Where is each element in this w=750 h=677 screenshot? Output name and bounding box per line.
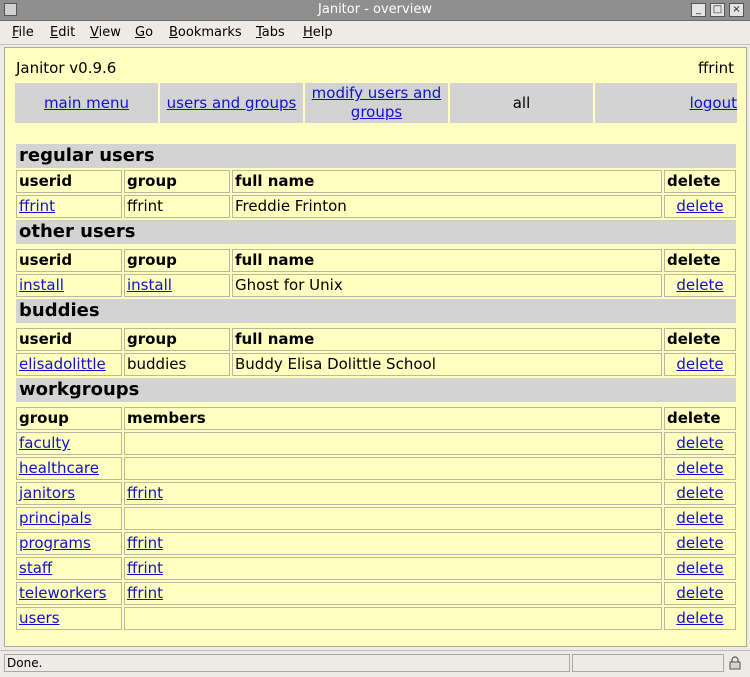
- section-buddies: buddies: [16, 299, 736, 323]
- table-header-row: userid group full name delete: [16, 328, 736, 351]
- col-full-name: full name: [232, 170, 662, 193]
- col-full-name: full name: [232, 328, 662, 351]
- delete-link[interactable]: delete: [676, 534, 723, 552]
- table-row: healthcare delete: [16, 457, 736, 480]
- table-row: teleworkers ffrint delete: [16, 582, 736, 605]
- nav-bar: main menu users and groups modify users …: [15, 83, 737, 123]
- delete-link[interactable]: delete: [676, 484, 723, 502]
- group-link[interactable]: healthcare: [19, 459, 99, 477]
- menu-bookmarks[interactable]: Bookmarks: [169, 25, 242, 40]
- modify-users-groups-link[interactable]: modify users and groups: [312, 84, 442, 122]
- section-other-users: other users: [16, 220, 736, 244]
- full-name-value: Ghost for Unix: [232, 274, 662, 297]
- menu-go[interactable]: Go: [135, 25, 153, 40]
- table-header-row: group members delete: [16, 407, 736, 430]
- table-header-row: userid group full name delete: [16, 170, 736, 193]
- col-userid: userid: [16, 249, 122, 272]
- group-link[interactable]: principals: [19, 509, 91, 527]
- delete-link[interactable]: delete: [676, 584, 723, 602]
- col-group: group: [124, 328, 230, 351]
- delete-link[interactable]: delete: [676, 197, 723, 215]
- col-userid: userid: [16, 170, 122, 193]
- nav-cell-all: all: [450, 83, 593, 123]
- maximize-button[interactable]: □: [710, 3, 725, 17]
- table-row: ffrint ffrint Freddie Frinton delete: [16, 195, 736, 218]
- table-row: staff ffrint delete: [16, 557, 736, 580]
- group-link[interactable]: teleworkers: [19, 584, 106, 602]
- window-title: Janitor - overview: [318, 2, 432, 17]
- section-workgroups: workgroups: [16, 378, 736, 402]
- all-label: all: [512, 93, 531, 112]
- nav-cell-users-groups: users and groups: [160, 83, 303, 123]
- group-value: ffrint: [124, 195, 230, 218]
- group-link[interactable]: faculty: [19, 434, 70, 452]
- delete-link[interactable]: delete: [676, 559, 723, 577]
- status-bar: Done.: [0, 650, 750, 677]
- group-link[interactable]: install: [127, 276, 172, 294]
- users-and-groups-link[interactable]: users and groups: [167, 94, 297, 113]
- table-header-row: userid group full name delete: [16, 249, 736, 272]
- group-link[interactable]: staff: [19, 559, 52, 577]
- col-userid: userid: [16, 328, 122, 351]
- menu-tabs[interactable]: Tabs: [256, 25, 285, 40]
- nav-cell-logout: logout: [595, 83, 737, 123]
- main-menu-link[interactable]: main menu: [44, 94, 129, 113]
- col-group: group: [16, 407, 122, 430]
- userid-link[interactable]: elisadolittle: [19, 355, 106, 373]
- table-row: install install Ghost for Unix delete: [16, 274, 736, 297]
- page-content: Janitor v0.9.6 ffrint main menu users an…: [4, 47, 747, 647]
- lock-icon[interactable]: [728, 656, 742, 670]
- current-user: ffrint: [697, 59, 734, 77]
- group-link[interactable]: janitors: [19, 484, 75, 502]
- group-link[interactable]: programs: [19, 534, 91, 552]
- col-delete: delete: [664, 328, 736, 351]
- minimize-button[interactable]: _: [691, 3, 706, 17]
- col-group: group: [124, 170, 230, 193]
- menu-view[interactable]: View: [90, 25, 121, 40]
- table-row: faculty delete: [16, 432, 736, 455]
- col-group: group: [124, 249, 230, 272]
- logout-link[interactable]: logout: [690, 94, 737, 113]
- menu-bar: File Edit View Go Bookmarks Tabs Help: [0, 21, 750, 45]
- member-link[interactable]: ffrint: [127, 484, 163, 502]
- full-name-value: Freddie Frinton: [232, 195, 662, 218]
- delete-link[interactable]: delete: [676, 276, 723, 294]
- member-link[interactable]: ffrint: [127, 584, 163, 602]
- status-text: Done.: [4, 654, 570, 672]
- table-row: janitors ffrint delete: [16, 482, 736, 505]
- delete-link[interactable]: delete: [676, 509, 723, 527]
- table-row: elisadolittle buddies Buddy Elisa Dolitt…: [16, 353, 736, 376]
- status-progress: [572, 654, 724, 672]
- delete-link[interactable]: delete: [676, 355, 723, 373]
- app-version: Janitor v0.9.6: [16, 59, 117, 77]
- table-row: users delete: [16, 607, 736, 630]
- delete-link[interactable]: delete: [676, 609, 723, 627]
- group-value: buddies: [124, 353, 230, 376]
- menu-help[interactable]: Help: [303, 25, 333, 40]
- delete-link[interactable]: delete: [676, 459, 723, 477]
- col-delete: delete: [664, 407, 736, 430]
- col-full-name: full name: [232, 249, 662, 272]
- userid-link[interactable]: ffrint: [19, 197, 55, 215]
- title-bar: Janitor - overview _ □ ×: [0, 0, 750, 21]
- menu-edit[interactable]: Edit: [50, 25, 75, 40]
- delete-link[interactable]: delete: [676, 434, 723, 452]
- table-row: principals delete: [16, 507, 736, 530]
- col-delete: delete: [664, 249, 736, 272]
- full-name-value: Buddy Elisa Dolittle School: [232, 353, 662, 376]
- table-row: programs ffrint delete: [16, 532, 736, 555]
- close-button[interactable]: ×: [729, 3, 744, 17]
- col-members: members: [124, 407, 662, 430]
- member-link[interactable]: ffrint: [127, 534, 163, 552]
- group-link[interactable]: users: [19, 609, 60, 627]
- nav-cell-main-menu: main menu: [15, 83, 158, 123]
- userid-link[interactable]: install: [19, 276, 64, 294]
- member-link[interactable]: ffrint: [127, 559, 163, 577]
- col-delete: delete: [664, 170, 736, 193]
- menu-file[interactable]: File: [12, 25, 34, 40]
- section-regular-users: regular users: [16, 144, 736, 168]
- nav-cell-modify: modify users and groups: [305, 83, 448, 123]
